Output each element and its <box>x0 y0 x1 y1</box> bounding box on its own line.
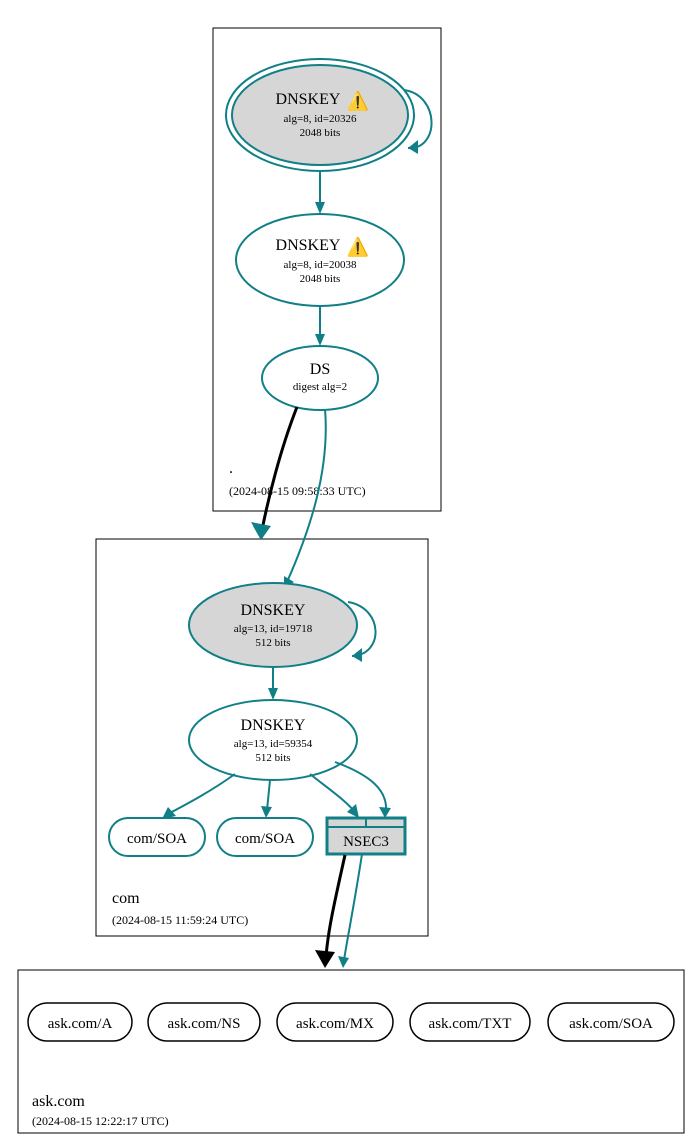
com-ksk-title: DNSKEY <box>241 602 306 619</box>
node-ask-mx[interactable]: ask.com/MX <box>277 1003 393 1041</box>
com-ksk-alg: alg=13, id=19718 <box>234 623 313 635</box>
arrowhead-com-zsk-nsec3b <box>379 807 391 818</box>
edge-nsec3-ask <box>344 854 362 960</box>
edge-root-to-com-delegation <box>262 407 297 530</box>
warning-icon: ⚠️ <box>347 90 369 111</box>
ask-mx-title: ask.com/MX <box>296 1016 374 1032</box>
ask-txt-title: ask.com/TXT <box>429 1016 512 1032</box>
arrowhead-root-ksk-zsk <box>315 202 325 214</box>
arrowhead-root-to-com <box>251 522 271 540</box>
node-ask-soa[interactable]: ask.com/SOA <box>548 1003 674 1041</box>
node-com-nsec3[interactable]: NSEC3 <box>327 818 405 854</box>
root-ds-title: DS <box>310 361 330 378</box>
com-soa1-title: com/SOA <box>127 831 187 847</box>
node-com-ksk[interactable]: DNSKEY alg=13, id=19718 512 bits <box>189 583 357 667</box>
root-zsk-title: DNSKEY <box>276 237 341 254</box>
edge-com-zsk-nsec3a <box>310 774 355 812</box>
node-com-soa-1[interactable]: com/SOA <box>109 818 205 856</box>
node-root-ds[interactable]: DS digest alg=2 <box>262 346 378 410</box>
edge-com-zsk-nsec3b <box>335 762 386 812</box>
node-ask-a[interactable]: ask.com/A <box>28 1003 132 1041</box>
ask-a-title: ask.com/A <box>48 1016 113 1032</box>
node-com-zsk[interactable]: DNSKEY alg=13, id=59354 512 bits <box>189 700 357 780</box>
com-zsk-alg: alg=13, id=59354 <box>234 738 313 750</box>
root-zsk-alg: alg=8, id=20038 <box>284 259 357 271</box>
root-ksk-bits: 2048 bits <box>300 127 341 139</box>
node-com-soa-2[interactable]: com/SOA <box>217 818 313 856</box>
zone-timestamp-root: (2024-08-15 09:58:33 UTC) <box>229 484 366 498</box>
edge-com-zsk-soa2 <box>267 780 270 810</box>
svg-text:DNSKEY: DNSKEY <box>276 91 341 108</box>
node-ask-txt[interactable]: ask.com/TXT <box>410 1003 530 1041</box>
arrowhead-root-ksk-self <box>408 140 418 154</box>
root-ds-alg: digest alg=2 <box>293 381 347 393</box>
zone-timestamp-ask: (2024-08-15 12:22:17 UTC) <box>32 1114 169 1128</box>
arrowhead-com-ksk-zsk <box>268 688 278 700</box>
com-soa2-title: com/SOA <box>235 831 295 847</box>
ask-soa-title: ask.com/SOA <box>569 1016 653 1032</box>
ask-ns-title: ask.com/NS <box>168 1016 241 1032</box>
zone-title-ask: ask.com <box>32 1093 85 1110</box>
zone-timestamp-com: (2024-08-15 11:59:24 UTC) <box>112 913 248 927</box>
node-root-ksk[interactable]: DNSKEY ⚠️ alg=8, id=20326 2048 bits <box>226 59 414 171</box>
root-ksk-alg: alg=8, id=20326 <box>284 113 357 125</box>
svg-text:DNSKEY: DNSKEY <box>276 237 341 254</box>
root-ksk-title: DNSKEY <box>276 91 341 108</box>
com-zsk-title: DNSKEY <box>241 717 306 734</box>
arrowhead-com-zsk-soa2 <box>261 806 272 818</box>
root-zsk-bits: 2048 bits <box>300 273 341 285</box>
node-root-zsk[interactable]: DNSKEY ⚠️ alg=8, id=20038 2048 bits <box>236 214 404 306</box>
arrowhead-root-zsk-ds <box>315 334 325 346</box>
zone-title-com: com <box>112 890 140 907</box>
arrowhead-nsec3-ask <box>338 956 349 968</box>
edge-com-zsk-soa1 <box>168 774 235 814</box>
node-ask-ns[interactable]: ask.com/NS <box>148 1003 260 1041</box>
arrowhead-com-to-ask <box>315 950 335 968</box>
com-nsec3-title: NSEC3 <box>343 834 389 850</box>
zone-title-root: . <box>229 460 233 477</box>
com-ksk-bits: 512 bits <box>255 637 290 649</box>
zone-box-ask <box>18 970 684 1133</box>
com-zsk-bits: 512 bits <box>255 752 290 764</box>
warning-icon: ⚠️ <box>347 236 369 257</box>
edge-com-to-ask-delegation <box>326 855 345 957</box>
arrowhead-com-ksk-self <box>352 648 362 662</box>
